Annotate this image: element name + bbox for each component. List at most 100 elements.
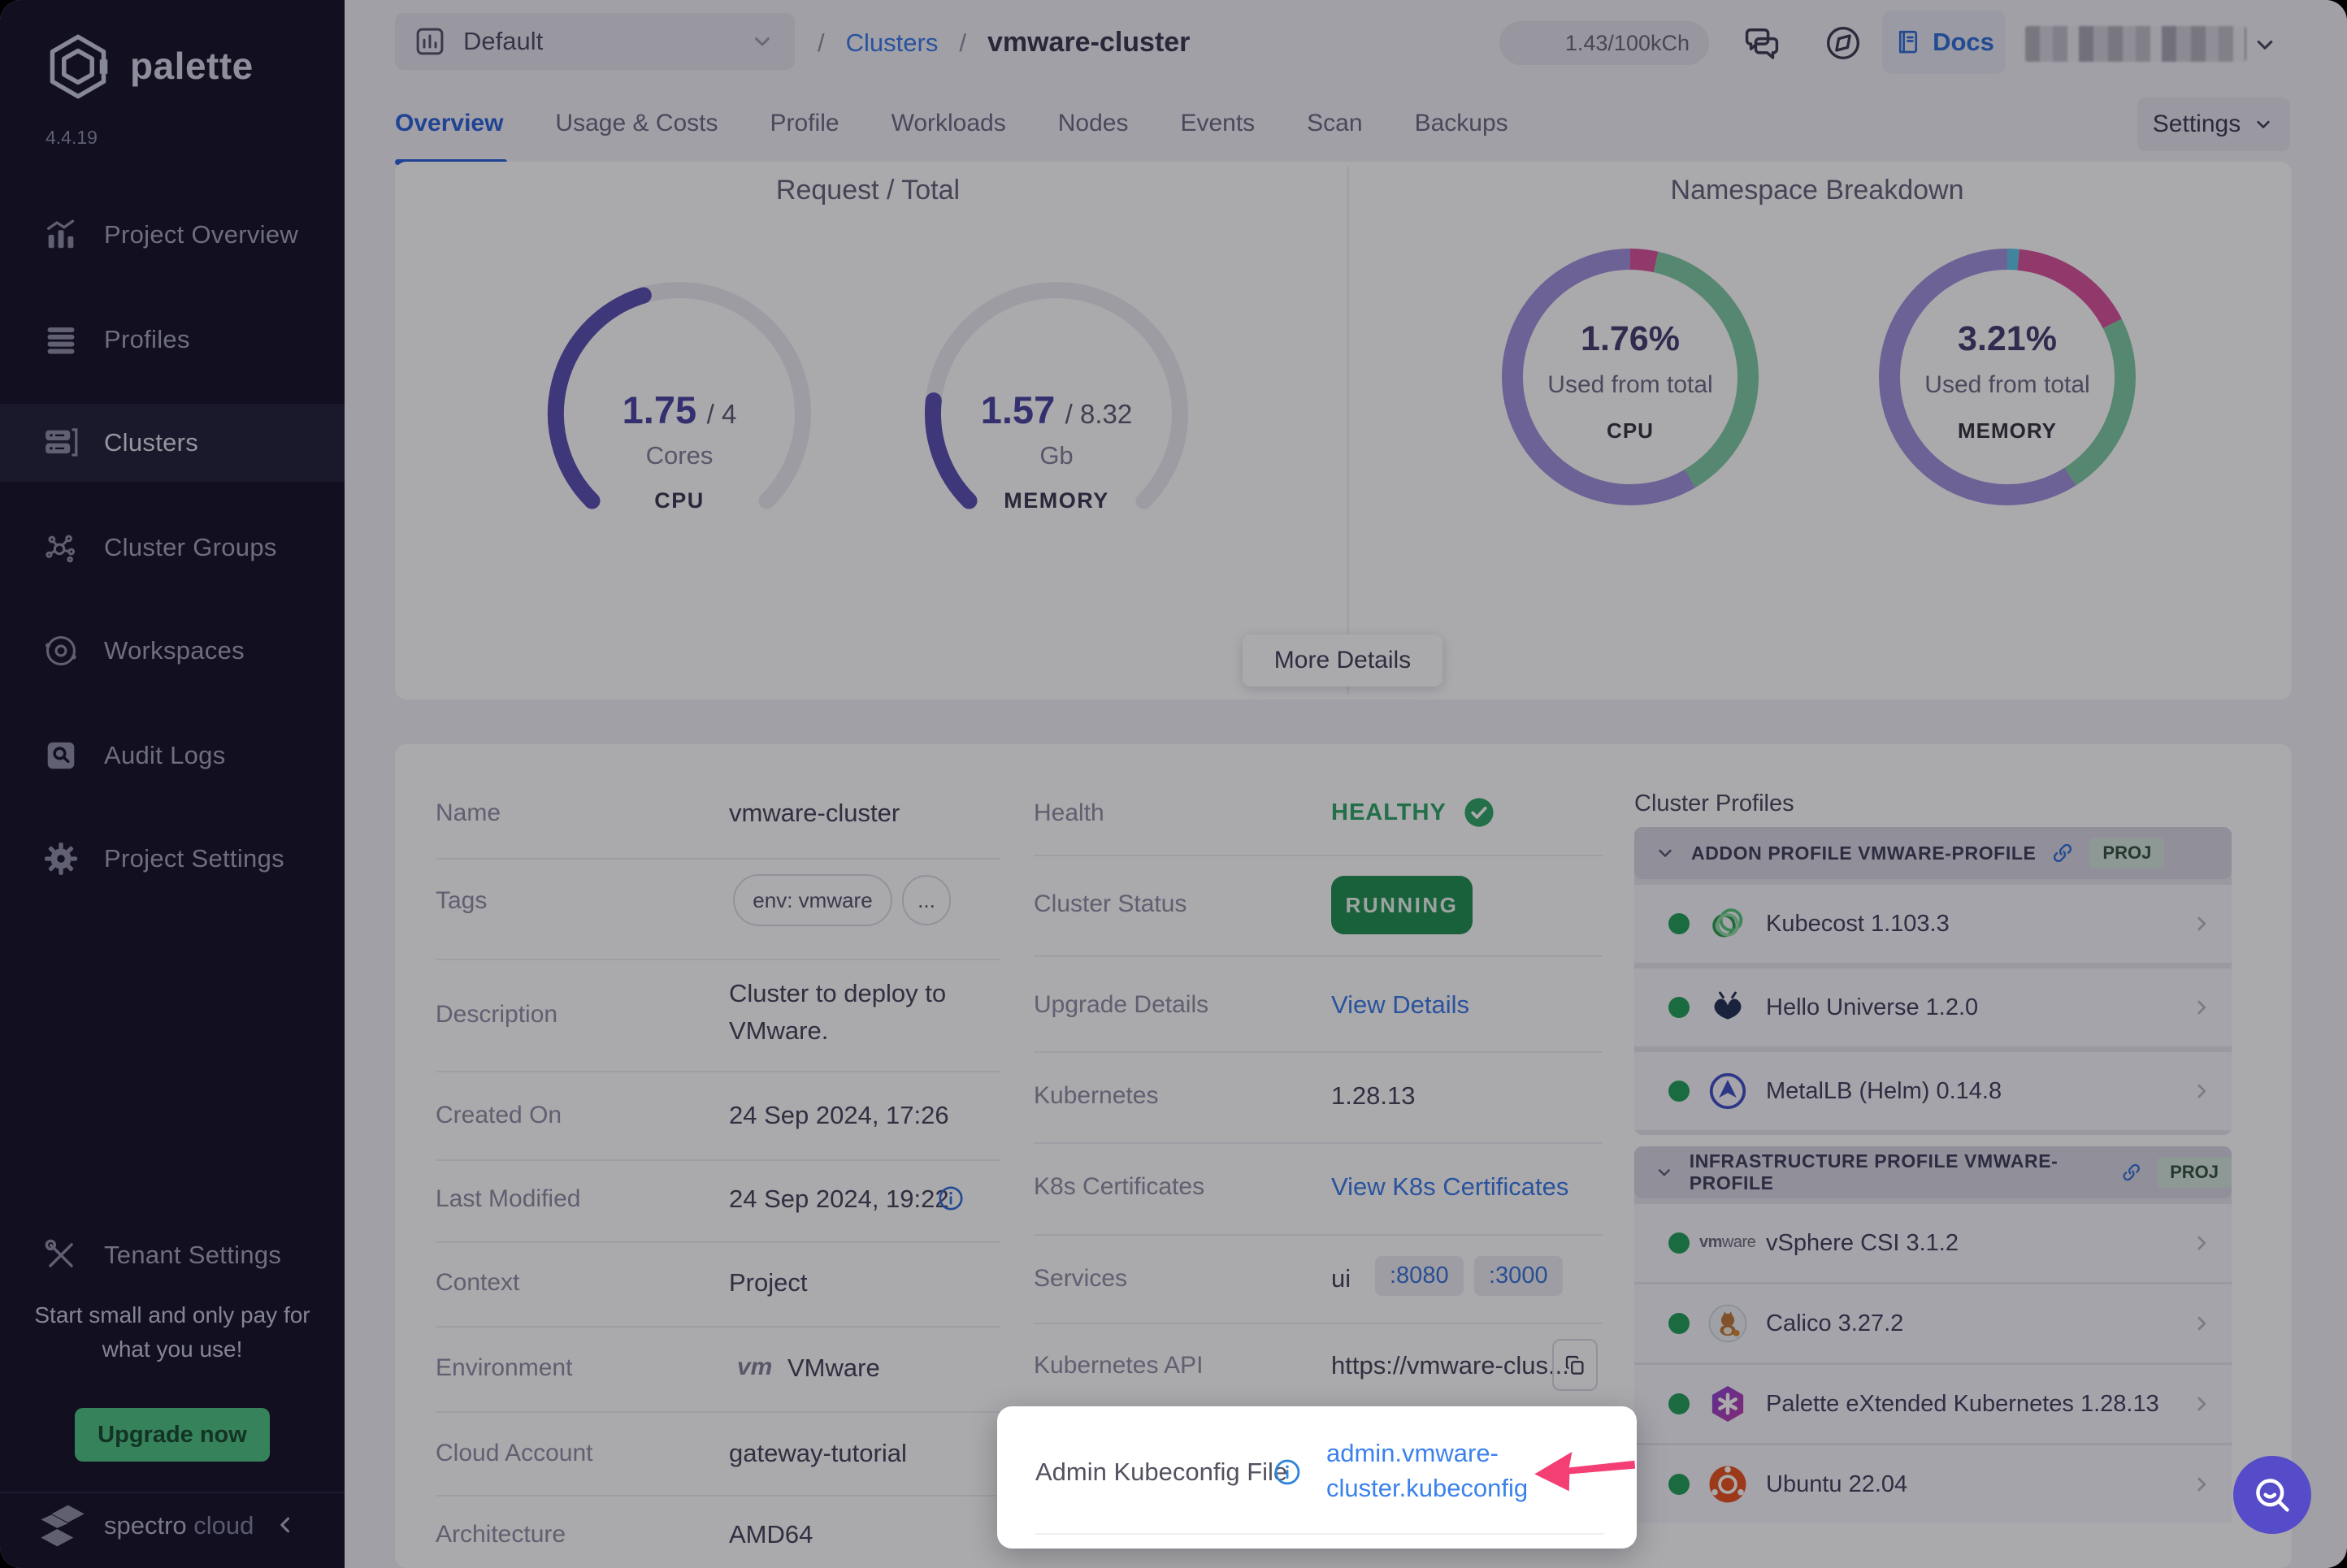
project-selector-dropdown[interactable]: Default (395, 13, 795, 70)
compass-icon[interactable] (1823, 23, 1863, 63)
gear-icon (42, 840, 80, 877)
hello-universe-icon (1706, 985, 1750, 1029)
breadcrumb: / Clusters / vmware-cluster (818, 0, 1190, 85)
tab-backups[interactable]: Backups (1415, 110, 1508, 137)
tab-workloads[interactable]: Workloads (892, 110, 1006, 137)
view-k8s-certificates-link[interactable]: View K8s Certificates (1331, 1172, 1568, 1202)
sidebar-item-project-overview[interactable]: Project Overview (0, 196, 345, 274)
breadcrumb-current: vmware-cluster (987, 27, 1190, 58)
app-window: palette 4.4.19 Project Overview Profiles… (0, 0, 2347, 1568)
service-port-8080[interactable]: :8080 (1375, 1256, 1464, 1296)
infra-profile-group-header[interactable]: INFRASTRUCTURE PROFILE VMWARE-PROFILE PR… (1634, 1146, 2232, 1198)
profile-layer-kubecost[interactable]: Kubecost 1.103.3 (1634, 885, 2232, 963)
memory-gauge-unit: Gb (907, 441, 1206, 470)
addon-profile-header-text: ADDON PROFILE VMWARE-PROFILE (1691, 842, 2036, 864)
upgrade-now-button[interactable]: Upgrade now (75, 1408, 270, 1462)
status-dot (1668, 913, 1690, 934)
tab-nodes[interactable]: Nodes (1058, 110, 1129, 137)
cpu-donut-metric: CPU (1496, 418, 1764, 444)
description-value: Cluster to deploy to VMware. (729, 975, 997, 1050)
more-details-label: More Details (1274, 647, 1411, 674)
copy-icon (1563, 1353, 1587, 1377)
row-separator (436, 1241, 1000, 1243)
tab-events[interactable]: Events (1180, 110, 1255, 137)
row-separator (436, 959, 1000, 960)
profile-layer-name: vSphere CSI 3.1.2 (1766, 1230, 1959, 1257)
chat-icon[interactable] (1741, 22, 1783, 64)
footer-brand-secondary: cloud (193, 1511, 254, 1540)
usage-charts-panel: Request / Total Namespace Breakdown 1.75… (395, 162, 2292, 700)
cpu-namespace-donut: 1.76% Used from total CPU (1496, 243, 1764, 511)
kubernetes-label: Kubernetes (1034, 1082, 1158, 1110)
row-separator (436, 1411, 1000, 1413)
row-separator (1035, 1533, 1604, 1535)
profile-layer-hello-universe[interactable]: Hello Universe 1.2.0 (1634, 968, 2232, 1046)
sidebar-item-tenant-settings[interactable]: Tenant Settings (0, 1216, 345, 1294)
created-on-value: 24 Sep 2024, 17:26 (729, 1101, 949, 1130)
footer-brand: spectro cloud (104, 1511, 254, 1540)
sidebar-collapse-chevron-left-icon[interactable] (271, 1511, 299, 1539)
cpu-gauge-used: 1.75 (623, 388, 696, 431)
service-port-3000[interactable]: :3000 (1474, 1256, 1563, 1296)
user-name-redacted (2025, 26, 2246, 62)
sidebar-item-cluster-groups[interactable]: Cluster Groups (0, 509, 345, 587)
vmware-logo: vmware (1699, 1233, 1755, 1252)
kubernetes-api-value: https://vmware-clus... (1331, 1351, 1569, 1380)
profile-layer-vsphere-csi[interactable]: vmware vSphere CSI 3.1.2 (1634, 1204, 2232, 1282)
copy-api-url-button[interactable] (1552, 1339, 1598, 1391)
sidebar-item-audit-logs[interactable]: Audit Logs (0, 717, 345, 795)
status-dot (1668, 1081, 1690, 1102)
sidebar-item-label: Profiles (104, 325, 190, 354)
profile-layer-name: Palette eXtended Kubernetes 1.28.13 (1766, 1391, 2159, 1418)
search-fab-button[interactable] (2233, 1456, 2311, 1534)
environment-label: Environment (436, 1354, 572, 1382)
kubernetes-version-value: 1.28.13 (1331, 1081, 1415, 1111)
sidebar-item-workspaces[interactable]: Workspaces (0, 612, 345, 690)
docs-button[interactable]: Docs (1882, 11, 2006, 74)
calico-icon (1706, 1302, 1750, 1345)
chevron-right-icon (2189, 1231, 2214, 1255)
kubeconfig-link-line1: admin.vmware- (1326, 1436, 1528, 1471)
profile-layer-palette-extended-kubernetes[interactable]: Palette eXtended Kubernetes 1.28.13 (1634, 1365, 2232, 1443)
breadcrumb-separator: / (818, 28, 825, 58)
status-dot (1668, 997, 1690, 1018)
promo-text: Start small and only pay for what you us… (24, 1298, 320, 1367)
infra-profile-header-text: INFRASTRUCTURE PROFILE VMWARE-PROFILE (1690, 1150, 2106, 1194)
cpu-donut-caption: Used from total (1496, 371, 1764, 399)
view-details-link[interactable]: View Details (1331, 990, 1469, 1020)
user-menu-chevron-down-icon[interactable] (2251, 31, 2279, 58)
profile-layer-name: Hello Universe 1.2.0 (1766, 994, 1978, 1021)
tab-overview[interactable]: Overview (395, 110, 503, 137)
status-dot (1668, 1393, 1690, 1414)
admin-kubeconfig-download-link[interactable]: admin.vmware- cluster.kubeconfig (1326, 1436, 1528, 1505)
audit-doc-icon (42, 737, 80, 774)
profile-layer-ubuntu[interactable]: Ubuntu 22.04 (1634, 1445, 2232, 1523)
nodes-icon (42, 529, 80, 566)
profile-layer-calico[interactable]: Calico 3.27.2 (1634, 1284, 2232, 1362)
tags-more-pill[interactable]: ... (902, 875, 951, 925)
tab-profile[interactable]: Profile (770, 110, 839, 137)
context-label: Context (436, 1269, 519, 1297)
info-icon[interactable] (936, 1184, 965, 1213)
info-icon[interactable] (1272, 1457, 1303, 1488)
addon-profile-group-header[interactable]: ADDON PROFILE VMWARE-PROFILE PROJ (1634, 827, 2232, 879)
profile-layer-name: Calico 3.27.2 (1766, 1310, 1903, 1337)
sidebar-item-profiles[interactable]: Profiles (0, 301, 345, 379)
orbit-icon (42, 632, 80, 669)
tab-usage-costs[interactable]: Usage & Costs (555, 110, 718, 137)
sidebar-item-clusters[interactable]: Clusters (0, 404, 345, 482)
cpu-gauge-metric: CPU (530, 488, 829, 513)
link-icon[interactable] (2050, 841, 2075, 865)
profile-layer-metallb[interactable]: MetalLB (Helm) 0.14.8 (1634, 1052, 2232, 1130)
tab-scan[interactable]: Scan (1307, 110, 1362, 137)
sidebar-item-label: Project Settings (104, 844, 284, 873)
breadcrumb-link-clusters[interactable]: Clusters (846, 28, 939, 58)
memory-gauge-used: 1.57 (981, 388, 1055, 431)
link-icon[interactable] (2120, 1160, 2143, 1185)
profile-layer-name: Ubuntu 22.04 (1766, 1471, 1907, 1498)
status-dot (1668, 1313, 1690, 1334)
sidebar-item-project-settings[interactable]: Project Settings (0, 820, 345, 898)
more-details-button[interactable]: More Details (1243, 635, 1442, 687)
settings-button[interactable]: Settings (2137, 97, 2290, 151)
cloud-account-label: Cloud Account (436, 1440, 592, 1467)
